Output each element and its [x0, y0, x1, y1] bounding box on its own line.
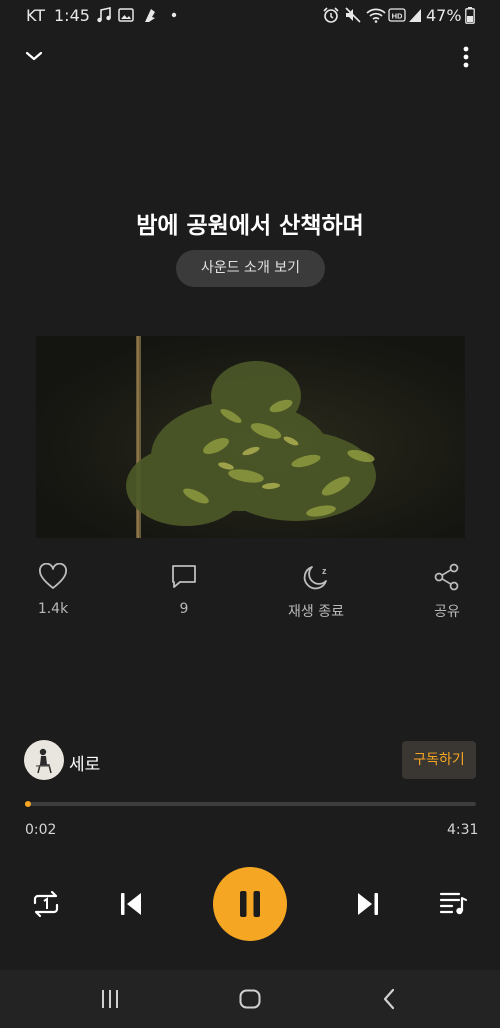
moon-icon: z [303, 566, 327, 590]
hd-voice-icon: HD [388, 8, 406, 22]
battery-icon [465, 7, 475, 24]
sleep-timer-action[interactable]: z 재생 종료 [276, 563, 356, 621]
battery-percent: 47% [426, 6, 462, 25]
share-icon [434, 563, 459, 591]
queue-icon[interactable] [438, 889, 468, 917]
home-icon[interactable] [238, 987, 262, 1011]
sleep-timer-label: 재생 종료 [288, 604, 344, 620]
previous-icon[interactable] [118, 890, 144, 918]
dot-icon [171, 12, 177, 18]
player-screen: KT 1:45 HD 47% 밤에 공원에서 산책하며 사운드 소개 보기 1.… [0, 0, 500, 1028]
status-bar: KT 1:45 HD 47% [0, 0, 500, 32]
back-icon[interactable] [378, 987, 402, 1011]
comment-icon [172, 565, 196, 588]
pause-button[interactable] [213, 867, 287, 941]
like-action[interactable]: 1.4k [13, 562, 93, 617]
alarm-icon [323, 7, 339, 23]
like-count: 1.4k [37, 601, 69, 617]
person-sitting-icon [36, 748, 52, 774]
progress-knob[interactable] [25, 801, 32, 807]
comment-count: 9 [179, 601, 189, 617]
next-icon[interactable] [355, 890, 381, 918]
app-notification-icon [145, 9, 155, 22]
music-note-icon [97, 7, 111, 23]
pause-icon [240, 891, 260, 917]
recent-apps-icon[interactable] [98, 987, 122, 1011]
clock: 1:45 [54, 6, 90, 25]
track-artwork [36, 336, 465, 538]
track-title: 밤에 공원에서 산책하며 [136, 213, 364, 239]
total-time: 4:31 [447, 822, 479, 838]
svg-text:z: z [322, 566, 327, 576]
system-nav-bar [0, 970, 500, 1028]
elapsed-time: 0:02 [25, 822, 57, 838]
heart-icon [39, 562, 67, 589]
repeat-icon[interactable] [31, 890, 61, 918]
share-action[interactable]: 공유 [407, 563, 487, 621]
artist-avatar[interactable] [24, 740, 64, 780]
more-vertical-icon[interactable] [456, 44, 476, 70]
artwork-image [36, 336, 465, 538]
artist-name[interactable]: 세로 [69, 750, 100, 775]
svg-text:HD: HD [392, 12, 403, 21]
signal-icon [409, 9, 421, 22]
progress-bar[interactable] [25, 801, 476, 807]
comment-action[interactable]: 9 [144, 563, 224, 617]
subscribe-button[interactable]: 구독하기 [402, 741, 476, 779]
share-label: 공유 [434, 604, 460, 620]
image-icon [118, 8, 134, 22]
chevron-down-icon[interactable] [24, 46, 44, 66]
mute-icon [345, 7, 361, 23]
carrier-label: KT [26, 6, 46, 25]
sound-intro-button[interactable]: 사운드 소개 보기 [176, 250, 325, 287]
wifi-icon [366, 8, 386, 23]
